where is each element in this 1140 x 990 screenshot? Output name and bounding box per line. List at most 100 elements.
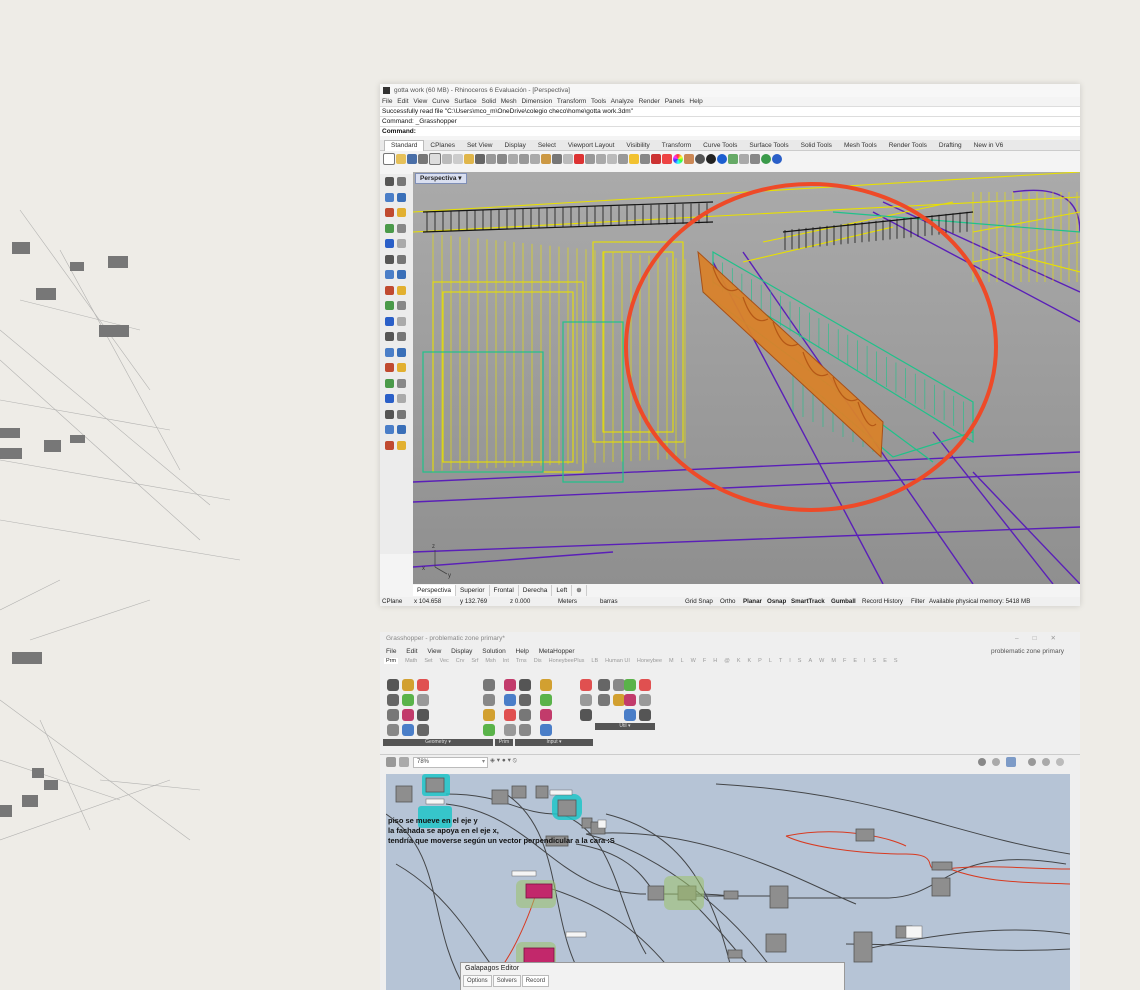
status-layer[interactable]: barras bbox=[600, 597, 618, 606]
viewtab-left[interactable]: Left bbox=[552, 585, 573, 596]
hide-icon[interactable] bbox=[596, 153, 606, 164]
ribbon-component-icon[interactable] bbox=[417, 694, 429, 706]
ribbon-component-icon[interactable] bbox=[540, 709, 552, 721]
print-icon[interactable] bbox=[418, 153, 428, 164]
ribbon-component-icon[interactable] bbox=[540, 724, 552, 736]
group-prim[interactable]: Prim bbox=[495, 739, 513, 746]
show-icon[interactable] bbox=[607, 153, 617, 164]
tab-mesh-tools[interactable]: Mesh Tools bbox=[838, 141, 883, 151]
toggle-osnap[interactable]: Osnap bbox=[767, 597, 786, 606]
left-tool-icon[interactable] bbox=[385, 270, 394, 279]
zoom-selected-icon[interactable] bbox=[541, 153, 551, 164]
viewtab-perspectiva[interactable]: Perspectiva bbox=[413, 585, 456, 596]
component-tab-0[interactable]: Prm bbox=[384, 658, 399, 664]
component-tab-3[interactable]: Vec bbox=[440, 658, 449, 664]
viewtab-derecha[interactable]: Derecha bbox=[519, 585, 553, 596]
left-tool-icon[interactable] bbox=[397, 223, 406, 233]
left-tool-icon[interactable] bbox=[385, 254, 394, 264]
component-tab-7[interactable]: Int bbox=[503, 658, 509, 664]
viewtab-superior[interactable]: Superior bbox=[456, 585, 490, 596]
ribbon-component-icon[interactable] bbox=[624, 709, 636, 721]
maximize-icon[interactable]: □ bbox=[1033, 635, 1051, 642]
component-tab-26[interactable]: S bbox=[798, 658, 802, 664]
toggle-smarttrack[interactable]: SmartTrack bbox=[791, 597, 825, 606]
left-tool-icon[interactable] bbox=[385, 208, 394, 217]
material-icon[interactable] bbox=[662, 153, 672, 164]
menu-solid[interactable]: Solid bbox=[481, 98, 495, 105]
canvas-display-icon-4[interactable] bbox=[1028, 758, 1036, 766]
blue-sphere-icon[interactable] bbox=[717, 153, 727, 164]
menu-render[interactable]: Render bbox=[639, 98, 660, 105]
component-tab-13[interactable]: Honeybee bbox=[637, 658, 662, 664]
component-tab-5[interactable]: Srf bbox=[471, 658, 478, 664]
ribbon-component-icon[interactable] bbox=[540, 679, 552, 691]
group-util[interactable]: Util ▾ bbox=[595, 723, 655, 730]
tab-cplanes[interactable]: CPlanes bbox=[424, 141, 461, 151]
ribbon-component-icon[interactable] bbox=[624, 679, 636, 691]
tab-curve-tools[interactable]: Curve Tools bbox=[697, 141, 743, 151]
snapshot-icon[interactable] bbox=[739, 153, 749, 164]
component-tab-12[interactable]: Human UI bbox=[605, 658, 630, 664]
component-tab-27[interactable]: A bbox=[808, 658, 812, 664]
canvas-display-icon-3[interactable] bbox=[1006, 757, 1016, 767]
help-icon[interactable] bbox=[772, 153, 782, 164]
ribbon-component-icon[interactable] bbox=[483, 709, 495, 721]
ribbon-component-icon[interactable] bbox=[624, 694, 636, 706]
left-tool-icon[interactable] bbox=[385, 409, 394, 419]
component-tab-24[interactable]: T bbox=[779, 658, 782, 664]
left-tool-icon[interactable] bbox=[385, 316, 394, 326]
left-tool-icon[interactable] bbox=[397, 440, 406, 450]
ribbon-component-icon[interactable] bbox=[639, 709, 651, 721]
left-tool-icon[interactable] bbox=[397, 208, 406, 217]
tab-select[interactable]: Select bbox=[532, 141, 562, 151]
undo-icon[interactable] bbox=[475, 153, 485, 164]
status-units[interactable]: Meters bbox=[558, 597, 577, 606]
galapagos-tab-solvers[interactable]: Solvers bbox=[492, 975, 521, 987]
menu-tools[interactable]: Tools bbox=[591, 98, 606, 105]
open-document-icon[interactable] bbox=[386, 757, 396, 767]
select-icon[interactable] bbox=[585, 153, 595, 164]
canvas-display-icon-2[interactable] bbox=[992, 758, 1000, 766]
component-tab-2[interactable]: Set bbox=[424, 658, 432, 664]
component-tab-33[interactable]: S bbox=[873, 658, 877, 664]
gh-menu-edit[interactable]: Edit bbox=[406, 648, 417, 655]
rotate-view-icon[interactable] bbox=[497, 153, 507, 164]
viewtab-frontal[interactable]: Frontal bbox=[490, 585, 519, 596]
left-tool-icon[interactable] bbox=[397, 301, 406, 310]
minimize-icon[interactable]: – bbox=[1015, 635, 1033, 642]
tab-visibility[interactable]: Visibility bbox=[620, 141, 655, 151]
left-tool-icon[interactable] bbox=[397, 316, 406, 326]
status-cplane[interactable]: CPlane bbox=[382, 597, 402, 606]
component-tab-6[interactable]: Msh bbox=[485, 658, 495, 664]
toggle-ortho[interactable]: Ortho bbox=[720, 597, 735, 606]
left-tool-icon[interactable] bbox=[385, 301, 394, 310]
menu-view[interactable]: View bbox=[413, 98, 427, 105]
component-tab-11[interactable]: LB bbox=[591, 658, 598, 664]
toggle-grid-snap[interactable]: Grid Snap bbox=[685, 597, 713, 606]
ribbon-component-icon[interactable] bbox=[519, 724, 531, 736]
left-tool-icon[interactable] bbox=[397, 409, 406, 419]
ribbon-component-icon[interactable] bbox=[519, 709, 531, 721]
canvas-display-icon-5[interactable] bbox=[1042, 758, 1050, 766]
left-tool-icon[interactable] bbox=[397, 270, 406, 279]
tab-surface-tools[interactable]: Surface Tools bbox=[743, 141, 794, 151]
component-tab-8[interactable]: Trns bbox=[516, 658, 527, 664]
left-tool-icon[interactable] bbox=[385, 378, 394, 388]
component-tab-10[interactable]: HoneybeePlus bbox=[549, 658, 585, 664]
tab-render-tools[interactable]: Render Tools bbox=[883, 141, 933, 151]
new-file-icon[interactable] bbox=[383, 152, 395, 165]
ribbon-component-icon[interactable] bbox=[580, 679, 592, 691]
group-geometry[interactable]: Geometry ▾ bbox=[383, 739, 493, 746]
open-file-icon[interactable] bbox=[396, 153, 406, 164]
left-tool-icon[interactable] bbox=[397, 363, 406, 372]
ribbon-component-icon[interactable] bbox=[639, 694, 651, 706]
component-tab-29[interactable]: M bbox=[831, 658, 836, 664]
left-tool-icon[interactable] bbox=[397, 394, 406, 403]
ribbon-component-icon[interactable] bbox=[387, 724, 399, 736]
paste-icon[interactable] bbox=[464, 153, 474, 164]
left-tool-icon[interactable] bbox=[385, 192, 394, 202]
ribbon-component-icon[interactable] bbox=[483, 694, 495, 706]
rendered-sphere-icon[interactable] bbox=[706, 153, 716, 164]
tab-display[interactable]: Display bbox=[499, 141, 532, 151]
ribbon-component-icon[interactable] bbox=[483, 724, 495, 736]
